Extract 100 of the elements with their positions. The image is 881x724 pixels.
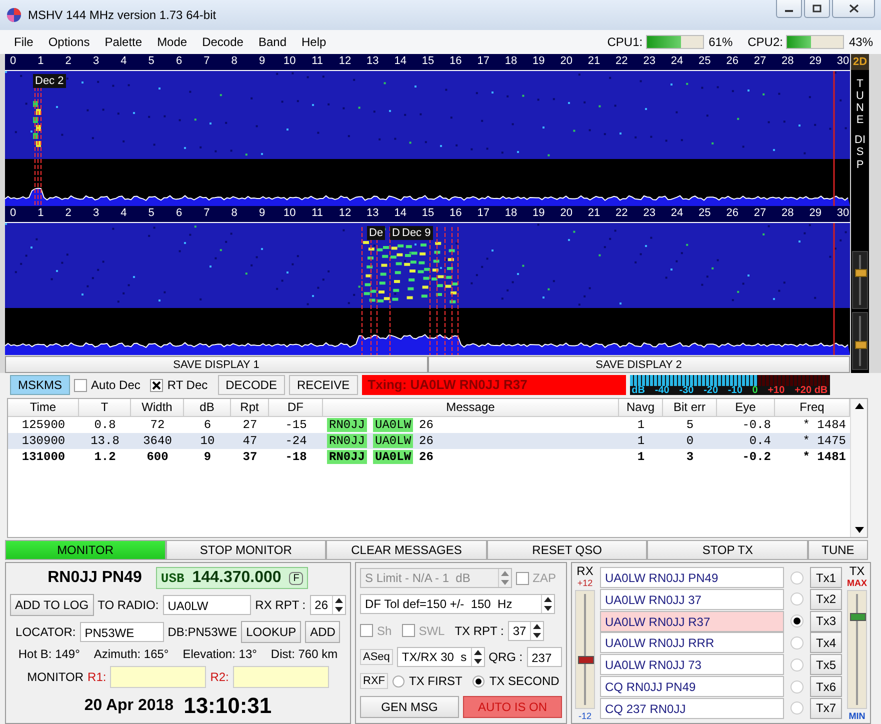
qrg-field[interactable]: 237 [526,647,562,668]
column-header[interactable]: Eye [717,399,775,417]
field-label: QRG : [488,650,523,664]
menu-item[interactable]: Band [258,35,286,49]
display-mode-button[interactable]: 2D [851,54,869,70]
tx-button[interactable]: Tx1 [810,567,842,588]
action-button[interactable]: RESET QSO [486,540,648,560]
save-display-button[interactable]: SAVE DISPLAY 1 [5,356,428,373]
scrollbar[interactable] [850,399,867,537]
period-spinbox[interactable]: TX/RX 30 s [396,647,485,668]
minimize-button[interactable] [776,0,802,18]
tx-button[interactable]: Tx7 [810,698,842,719]
table-row[interactable]: 130900 13.8 3640 10 47 -24 RN0JJ UA0LW 26 1 0 0.4 * 1475 [8,433,850,449]
r2-field[interactable] [232,666,329,688]
side-button[interactable]: DISP [854,134,866,171]
column-header[interactable]: Freq [775,399,850,417]
tx-button[interactable]: Tx4 [810,632,842,654]
spin-arrows-icon[interactable] [332,596,345,614]
column-header[interactable]: Bit err [663,399,717,417]
radio-button[interactable] [790,570,804,584]
column-header[interactable]: Time [8,399,79,417]
tx-button[interactable]: Tx2 [810,588,842,610]
maximize-icon [812,4,822,13]
checkbox[interactable]: RT Dec [150,378,214,392]
scale-label: 7 [202,55,211,67]
column-header[interactable]: Message [323,399,619,417]
menu-item[interactable]: Options [48,35,90,49]
menu-item[interactable]: File [14,35,34,49]
tx-report-spinbox[interactable]: 37 [508,620,544,641]
scroll-down-icon[interactable] [854,527,864,533]
to-radio-field[interactable]: UA0LW [162,594,252,615]
radio-button[interactable] [790,658,804,672]
radio-button[interactable]: TX SECOND [472,674,566,688]
receive-button[interactable]: RECEIVE [288,375,358,395]
column-header[interactable]: Width [131,399,184,417]
tx-message-field[interactable]: UA0LW RN0JJ PN49 [600,567,784,588]
tx-message-field[interactable]: CQ RN0JJ PN49 [600,676,784,698]
tx-message-field[interactable]: UA0LW RN0JJ RRR [600,632,784,654]
radio-button[interactable]: TX FIRST [392,674,468,688]
action-button[interactable]: STOP MONITOR [166,540,326,560]
info-text: Azimuth: 165° [94,647,169,662]
tx-button[interactable]: Tx3 [810,610,842,632]
tx-button[interactable]: Tx5 [810,654,842,676]
mode-button[interactable]: MSKMS [10,375,70,395]
menu-item[interactable]: Palette [104,35,142,49]
action-button[interactable]: MONITOR [5,540,166,560]
locator-field[interactable]: PN53WE [80,622,164,642]
action-button[interactable]: CLEAR MESSAGES [326,540,487,560]
r1-field[interactable] [110,666,206,688]
radio-button[interactable] [790,680,804,694]
action-button[interactable]: STOP TX [647,540,808,560]
close-button[interactable] [832,0,875,18]
aseq-button[interactable]: ASeq [360,649,393,666]
table-cell-text: 130900 [20,433,66,449]
column-header[interactable]: Rpt [231,399,269,417]
column-header[interactable]: Navg [619,399,663,417]
table-row[interactable]: 125900 0.8 72 6 27 -15 RN0JJ UA0LW 26 1 5 -0.8 * 1484 [8,417,850,433]
table-row[interactable]: 131000 1.2 600 9 37 -18 RN0JJ UA0LW 26 1 3 -0.2 * 1481 [8,449,850,465]
field-label: MONITOR [27,670,84,684]
option-button[interactable]: GEN MSG [360,696,459,718]
tx-level-slider[interactable] [847,590,867,709]
tx-message-field[interactable]: UA0LW RN0JJ 37 [600,588,784,610]
spin-arrows-icon[interactable] [470,648,484,666]
scroll-up-icon[interactable] [854,403,864,409]
menu-item[interactable]: Mode [157,35,188,49]
add-button[interactable]: ADD [305,620,340,643]
f-button[interactable]: F [289,572,304,585]
menu-item[interactable]: Help [302,35,326,49]
rx-report-spinbox[interactable]: 26 [310,594,346,615]
column-header[interactable]: dB [184,399,231,417]
radio-button[interactable] [790,592,804,606]
field-label: LOCATOR: [16,624,76,639]
add-to-log-button[interactable]: ADD TO LOG [10,594,94,616]
column-header[interactable]: DF [269,399,323,417]
column-header[interactable]: T [79,399,131,417]
tx-message-field[interactable]: UA0LW RN0JJ 73 [600,654,784,676]
maximize-button[interactable] [804,0,830,18]
radio-button[interactable] [790,701,804,716]
scale-label: 20 [559,55,574,67]
tx-button[interactable]: Tx6 [810,676,842,698]
menu-item[interactable]: Decode [202,35,244,49]
radio-button[interactable] [790,614,804,628]
radio-button[interactable] [790,636,804,650]
spin-arrows-icon[interactable] [530,622,544,640]
lookup-button[interactable]: LOOKUP [241,620,302,643]
decode-button[interactable]: DECODE [218,375,285,395]
gain-slider[interactable] [852,251,868,309]
table-cell-text: 1 [636,417,646,433]
checkbox[interactable]: Auto Dec [74,378,146,392]
rxf-button[interactable]: RXF [360,673,388,690]
df-tolerance-spinbox[interactable]: DF Tol def=150 +/- 150 Hz [360,594,555,614]
tx-message-field[interactable]: UA0LW RN0JJ R37 [600,610,784,632]
spin-arrows-icon[interactable] [541,595,554,614]
scale-label: 19 [532,207,546,219]
rx-level-slider[interactable] [575,590,595,709]
scale-label: 23 [642,55,656,67]
action-button[interactable]: TUNE [808,540,868,560]
save-display-button[interactable]: SAVE DISPLAY 2 [428,356,850,373]
gain-slider[interactable] [852,312,868,370]
tx-message-field[interactable]: CQ 237 RN0JJ [600,698,784,719]
